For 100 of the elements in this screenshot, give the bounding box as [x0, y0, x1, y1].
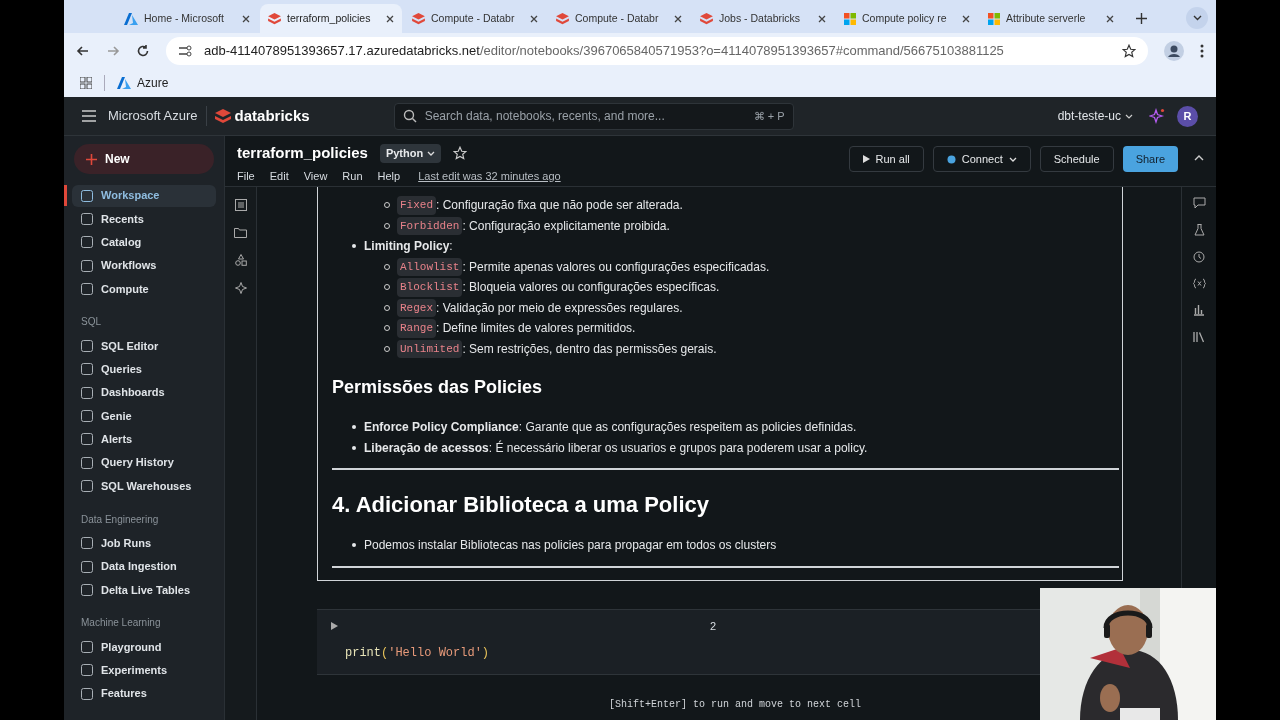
toolbar-button[interactable]: Schedule [1039, 146, 1114, 172]
apps-grid-icon[interactable] [80, 76, 92, 89]
profile-icon[interactable] [1164, 40, 1184, 61]
chevron-down-icon [1125, 113, 1133, 119]
sidebar-item[interactable]: Dashboards [72, 381, 216, 404]
close-icon[interactable] [530, 14, 538, 23]
sidebar-item[interactable]: Genie [72, 405, 216, 427]
browser-tab[interactable]: Home - Microsoft [116, 4, 258, 33]
back-icon[interactable] [76, 43, 90, 58]
toolbar-button[interactable]: Connect [932, 146, 1031, 172]
sidebar-item[interactable]: Workspace [72, 184, 216, 207]
variables-icon[interactable] [1192, 278, 1206, 289]
status-dot-icon [946, 154, 956, 164]
toolbar-button[interactable]: Run all [848, 146, 924, 172]
item-description: : Sem restrições, dentro das permissões gerais. [462, 340, 717, 358]
sidebar-item[interactable]: Recents [72, 207, 216, 230]
folder-icon[interactable] [234, 227, 247, 238]
close-icon[interactable] [386, 14, 394, 23]
keyboard-hint: [Shift+Enter] to run and move to next cell [609, 697, 863, 712]
reload-icon[interactable] [136, 43, 150, 58]
close-icon[interactable] [1106, 14, 1114, 23]
search-icon [402, 109, 417, 123]
section-heading: Data Engineering [80, 512, 160, 527]
browser-tab[interactable]: Attribute serverle [980, 4, 1122, 33]
plus-icon [86, 153, 97, 165]
chevron-down-icon [1008, 156, 1017, 162]
user-avatar[interactable]: R [1177, 105, 1198, 127]
menu-icon[interactable] [82, 110, 96, 122]
history-icon[interactable] [1193, 251, 1205, 263]
sparkle-icon[interactable] [1149, 108, 1165, 124]
browser-tab[interactable]: terraform_policies [260, 4, 402, 33]
chart-icon[interactable] [1193, 304, 1205, 316]
sidebar-item[interactable]: Playground [72, 636, 216, 659]
run-cell-icon[interactable] [331, 621, 338, 630]
menu-item[interactable]: Help [377, 167, 401, 184]
sidebar-item[interactable]: Job Runs [72, 532, 216, 555]
sidebar-item[interactable]: Alerts [72, 428, 216, 451]
shortcut-hint: ⌘ + P [753, 108, 785, 124]
sidebar-item[interactable]: Queries [72, 358, 216, 381]
browser-tab[interactable]: Compute - Databr [404, 4, 546, 33]
close-icon[interactable] [674, 14, 682, 23]
bookmark[interactable]: Azure [117, 73, 169, 92]
sidebar-item[interactable]: Delta Live Tables [72, 578, 216, 601]
section-heading: Permissões das Policies [332, 376, 544, 399]
tab-search-button[interactable] [1186, 7, 1208, 29]
section-heading: 4. Adicionar Biblioteca a uma Policy [332, 491, 710, 519]
flask-icon[interactable] [1193, 224, 1205, 236]
sidebar-item[interactable]: Experiments [72, 659, 216, 682]
comment-icon[interactable] [1192, 197, 1206, 209]
browser-tab[interactable]: Jobs - Databricks [692, 4, 834, 33]
sidebar-item[interactable]: Features [72, 682, 216, 705]
site-settings-icon[interactable] [178, 44, 192, 57]
workspace-selector[interactable]: dbt-teste-uc [1057, 107, 1133, 125]
url-text: adb-4114078951393657.17.azuredatabricks.net/editor/notebooks/3967065840571953?o=4114078951393657#command/56675103881125 [204, 41, 1004, 60]
sparkle-icon[interactable] [234, 282, 247, 294]
sidebar-item[interactable]: SQL Warehouses [72, 474, 216, 497]
list-item-text: Liberação de acessos: É necessário liberar os usuarios e grupos para poderem usar a policy. [364, 439, 868, 457]
last-edit-link[interactable]: Last edit was 32 minutes ago [418, 167, 561, 184]
menu-item[interactable]: Run [342, 167, 363, 184]
notebook-title[interactable]: terraform_policies [237, 142, 368, 165]
item-description: : Bloqueia valores ou configurações específicas. [462, 279, 720, 297]
triangle-logo-icon [124, 12, 138, 25]
inline-code: Fixed [397, 196, 436, 215]
square-icon [81, 386, 93, 399]
address-bar[interactable]: adb-4114078951393657.17.azuredatabricks.net/editor/notebooks/3967065840571953?o=4114078951393657#command/56675103881125 [166, 36, 1148, 65]
search-bar[interactable]: Search data, notebooks, recents, and more... ⌘ + P [393, 102, 794, 130]
new-button[interactable]: New [74, 144, 214, 174]
more-icon[interactable] [1200, 43, 1204, 58]
language-selector[interactable]: Python [379, 144, 442, 163]
sidebar-item[interactable]: Query History [72, 451, 216, 474]
square-icon [81, 212, 93, 225]
section-heading: Machine Learning [80, 616, 162, 631]
sidebar-item[interactable]: Catalog [72, 231, 216, 254]
new-tab-icon[interactable] [1136, 13, 1147, 24]
search-input[interactable]: Search data, notebooks, recents, and more... [424, 107, 746, 125]
browser-tab[interactable]: Compute - Databr [548, 4, 690, 33]
selection-indicator [64, 185, 67, 206]
toolbar-button[interactable]: Share [1122, 146, 1178, 172]
code-cell[interactable]: 2 print('Hello World') [317, 608, 1040, 675]
inline-code: Unlimited [397, 339, 463, 358]
close-icon[interactable] [962, 14, 970, 23]
shapes-icon[interactable] [234, 254, 247, 266]
sidebar-item[interactable]: SQL Editor [72, 335, 216, 358]
collapse-icon[interactable] [1194, 155, 1204, 161]
browser-tab[interactable]: Compute policy re [836, 4, 978, 33]
menu-item[interactable]: View [303, 167, 328, 184]
close-icon[interactable] [242, 14, 250, 23]
star-icon[interactable] [1122, 43, 1136, 58]
list-icon[interactable] [234, 199, 247, 211]
menu-item[interactable]: Edit [269, 167, 289, 184]
sidebar-item[interactable]: Workflows [72, 254, 216, 277]
inline-code: Forbidden [397, 216, 463, 235]
library-icon[interactable] [1193, 331, 1205, 343]
close-icon[interactable] [818, 14, 826, 23]
sidebar-item[interactable]: Data Ingestion [72, 555, 216, 578]
sidebar-item[interactable]: Compute [72, 277, 216, 300]
cell-number: 2 [710, 618, 717, 634]
markdown-cell[interactable] [317, 187, 1123, 581]
code-line: print('Hello World') [345, 644, 490, 662]
menu-item[interactable]: File [237, 167, 255, 184]
